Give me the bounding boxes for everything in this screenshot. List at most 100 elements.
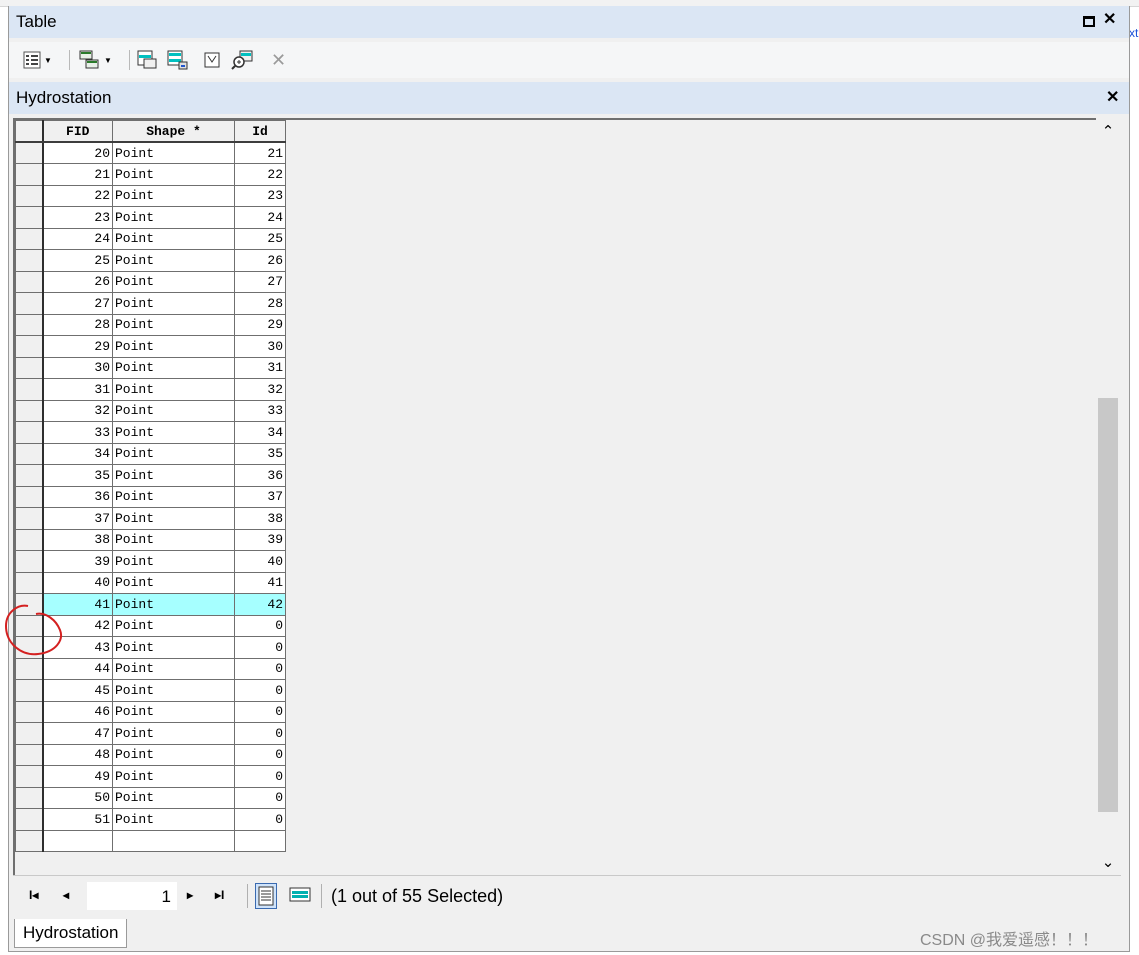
cell-shape[interactable]: Point xyxy=(112,722,235,745)
cell-id[interactable]: 28 xyxy=(234,292,286,315)
cell-fid[interactable]: 44 xyxy=(42,657,113,680)
cell-shape[interactable]: Point xyxy=(112,292,235,315)
cell-fid[interactable]: 47 xyxy=(42,722,113,745)
cell-fid[interactable]: 29 xyxy=(42,335,113,358)
table-row[interactable]: 48 Point 0 xyxy=(15,743,286,766)
table-row[interactable]: 44 Point 0 xyxy=(15,657,286,680)
row-selector[interactable] xyxy=(15,808,44,831)
scroll-thumb[interactable] xyxy=(1098,398,1118,812)
cell-shape[interactable]: Point xyxy=(112,593,235,616)
cell-id[interactable]: 0 xyxy=(234,722,286,745)
cell-shape[interactable]: Point xyxy=(112,786,235,809)
clear-selection-button[interactable] xyxy=(203,50,221,70)
cell-id[interactable]: 0 xyxy=(234,700,286,723)
cell-shape[interactable]: Point xyxy=(112,765,235,788)
row-selector[interactable] xyxy=(15,550,44,573)
window-close-icon[interactable]: ✕ xyxy=(1103,11,1116,29)
row-selector[interactable] xyxy=(15,378,44,401)
cell-fid[interactable]: 38 xyxy=(42,528,113,551)
row-selector[interactable] xyxy=(15,765,44,788)
cell-id[interactable]: 0 xyxy=(234,614,286,637)
cell-id[interactable]: 0 xyxy=(234,636,286,659)
cell-id[interactable]: 26 xyxy=(234,249,286,272)
scroll-down-icon[interactable]: ⌄ xyxy=(1096,853,1120,871)
row-selector[interactable] xyxy=(15,227,44,250)
cell-id[interactable]: 36 xyxy=(234,464,286,487)
cell-id[interactable] xyxy=(234,829,286,852)
cell-id[interactable]: 0 xyxy=(234,808,286,831)
cell-id[interactable]: 40 xyxy=(234,550,286,573)
cell-fid[interactable]: 35 xyxy=(42,464,113,487)
cell-fid[interactable]: 25 xyxy=(42,249,113,272)
row-selector[interactable] xyxy=(15,657,44,680)
table-row[interactable]: 51 Point 0 xyxy=(15,808,286,831)
row-selector[interactable] xyxy=(15,163,44,186)
cell-shape[interactable]: Point xyxy=(112,227,235,250)
table-row[interactable]: 22 Point 23 xyxy=(15,184,286,207)
cell-id[interactable]: 0 xyxy=(234,786,286,809)
cell-fid[interactable]: 30 xyxy=(42,356,113,379)
cell-id[interactable]: 27 xyxy=(234,270,286,293)
table-row[interactable]: 38 Point 39 xyxy=(15,528,286,551)
cell-id[interactable]: 31 xyxy=(234,356,286,379)
cell-shape[interactable]: Point xyxy=(112,399,235,422)
row-selector[interactable] xyxy=(15,292,44,315)
cell-shape[interactable]: Point xyxy=(112,636,235,659)
cell-id[interactable]: 30 xyxy=(234,335,286,358)
cell-shape[interactable]: Point xyxy=(112,378,235,401)
cell-shape[interactable]: Point xyxy=(112,700,235,723)
delete-selected-icon[interactable]: ✕ xyxy=(271,50,286,70)
table-row[interactable]: 36 Point 37 xyxy=(15,485,286,508)
row-selector[interactable] xyxy=(15,528,44,551)
cell-id[interactable]: 21 xyxy=(234,141,286,164)
cell-shape[interactable]: Point xyxy=(112,571,235,594)
row-selector[interactable] xyxy=(15,141,44,164)
cell-fid[interactable]: 37 xyxy=(42,507,113,530)
table-row[interactable]: 46 Point 0 xyxy=(15,700,286,723)
cell-fid[interactable]: 23 xyxy=(42,206,113,229)
cell-id[interactable]: 37 xyxy=(234,485,286,508)
cell-shape[interactable]: Point xyxy=(112,249,235,272)
show-all-records-button[interactable] xyxy=(255,883,277,909)
table-row[interactable]: 39 Point 40 xyxy=(15,550,286,573)
table-row[interactable]: 27 Point 28 xyxy=(15,292,286,315)
row-selector[interactable] xyxy=(15,184,44,207)
row-selector[interactable] xyxy=(15,786,44,809)
related-tables-button[interactable]: ▼ xyxy=(79,50,112,70)
cell-id[interactable]: 0 xyxy=(234,679,286,702)
table-row[interactable]: 20 Point 21 xyxy=(15,141,286,164)
row-selector[interactable] xyxy=(15,335,44,358)
previous-record-icon[interactable]: ◂ xyxy=(63,888,69,902)
vertical-scrollbar[interactable]: ⌃ ⌄ xyxy=(1096,118,1120,873)
row-selector[interactable] xyxy=(15,442,44,465)
table-row[interactable]: 25 Point 26 xyxy=(15,249,286,272)
cell-fid[interactable]: 51 xyxy=(42,808,113,831)
switch-selection-button[interactable] xyxy=(167,50,189,70)
table-row[interactable]: 45 Point 0 xyxy=(15,679,286,702)
cell-id[interactable]: 32 xyxy=(234,378,286,401)
cell-fid[interactable]: 20 xyxy=(42,141,113,164)
cell-fid[interactable]: 22 xyxy=(42,184,113,207)
row-selector[interactable] xyxy=(15,421,44,444)
row-selector[interactable] xyxy=(15,464,44,487)
table-row[interactable]: 28 Point 29 xyxy=(15,313,286,336)
cell-fid[interactable]: 32 xyxy=(42,399,113,422)
column-header-fid[interactable]: FID xyxy=(42,120,113,143)
cell-fid[interactable]: 33 xyxy=(42,421,113,444)
cell-shape[interactable]: Point xyxy=(112,528,235,551)
row-selector[interactable] xyxy=(15,206,44,229)
next-record-icon[interactable]: ▸ xyxy=(187,888,193,902)
cell-id[interactable]: 35 xyxy=(234,442,286,465)
cell-fid[interactable]: 34 xyxy=(42,442,113,465)
cell-shape[interactable]: Point xyxy=(112,335,235,358)
cell-fid[interactable]: 36 xyxy=(42,485,113,508)
cell-fid[interactable]: 31 xyxy=(42,378,113,401)
table-row[interactable]: 35 Point 36 xyxy=(15,464,286,487)
table-row[interactable]: 32 Point 33 xyxy=(15,399,286,422)
cell-id[interactable]: 23 xyxy=(234,184,286,207)
row-selector[interactable] xyxy=(15,313,44,336)
cell-shape[interactable]: Point xyxy=(112,507,235,530)
row-selector[interactable] xyxy=(15,743,44,766)
column-header-id[interactable]: Id xyxy=(234,120,286,143)
cell-shape[interactable]: Point xyxy=(112,808,235,831)
